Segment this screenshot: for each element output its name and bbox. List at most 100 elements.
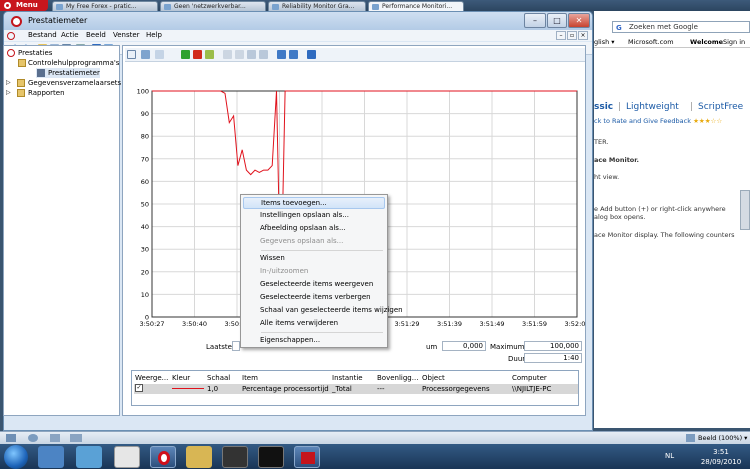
page-text-line: alog box opens. <box>594 213 646 221</box>
turbo-icon[interactable] <box>50 434 60 442</box>
browser-tab-3[interactable]: Reliability Monitor Gra... <box>268 1 366 11</box>
menu-item-add-counters[interactable]: Items toevoegen... <box>243 197 385 209</box>
show-checkbox[interactable]: ✓ <box>135 384 143 392</box>
delete-counter-icon[interactable] <box>193 50 202 59</box>
menu-item-hide-selected[interactable]: Geselecteerde items verbergen <box>243 291 385 303</box>
opera-taskbar-icon[interactable] <box>150 446 176 468</box>
folder-taskbar-icon[interactable] <box>186 446 212 468</box>
view-current-activity-icon[interactable] <box>127 50 136 59</box>
column-header[interactable]: Bovenligg... <box>377 374 418 382</box>
console-taskbar-icon[interactable] <box>258 446 284 468</box>
close-button[interactable]: ✕ <box>568 13 590 28</box>
welcome-label: Welcome <box>690 38 724 46</box>
y-tick-label: 10 <box>141 291 149 299</box>
column-header[interactable]: Kleur <box>172 374 190 382</box>
browser-tab-1[interactable]: My Free Forex - pratic... <box>52 1 158 11</box>
lightweight-link[interactable]: Lightweight <box>626 100 679 115</box>
perfmon-taskbar-icon[interactable] <box>294 446 320 468</box>
object-cell: Processorgegevens <box>422 385 490 393</box>
tree-node-monitoring-tools[interactable]: Controlehulpprogramma's <box>16 58 119 68</box>
menu-item-remove-all[interactable]: Alle items verwijderen <box>243 317 385 329</box>
duration-value: 1:40 <box>524 353 582 363</box>
zoom-level[interactable]: Beeld (100%) ▾ <box>698 433 747 443</box>
help-icon[interactable] <box>307 50 316 59</box>
mdi-close-button[interactable]: × <box>578 31 588 40</box>
language-select[interactable]: glish ▾ <box>594 36 615 48</box>
page-text-line: TER. <box>594 138 609 146</box>
paste-counter-list-icon[interactable] <box>235 50 244 59</box>
search-input[interactable]: G Zoeken met Google <box>612 21 750 33</box>
page-scrollbar[interactable] <box>740 190 750 230</box>
media-player-taskbar-icon[interactable] <box>222 446 248 468</box>
mdi-maximize-button[interactable]: ▫ <box>567 31 577 40</box>
column-header[interactable]: Item <box>242 374 258 382</box>
tree-node-data-collector-sets[interactable]: ▷ Gegevensverzamelaarsets <box>6 78 121 88</box>
microsoft-link[interactable]: Microsoft.com <box>628 36 674 48</box>
table-row[interactable]: ✓ 1,0 Percentage processortijd _Total --… <box>134 384 578 394</box>
page-text-line: ace Monitor display. The following count… <box>594 231 735 239</box>
x-tick-label: 3:50:27 <box>139 320 164 327</box>
column-header[interactable]: Schaal <box>207 374 230 382</box>
folder-icon <box>17 79 25 87</box>
rate-feedback-link[interactable]: ck to Rate and Give Feedback ★★★☆☆ <box>594 117 722 125</box>
perfmon-app-icon <box>11 16 22 27</box>
images-icon[interactable] <box>70 434 82 442</box>
update-data-icon[interactable] <box>289 50 298 59</box>
menu-item-save-image[interactable]: Afbeelding opslaan als... <box>243 222 385 234</box>
menu-actie[interactable]: Actie <box>61 30 79 41</box>
column-header[interactable]: Computer <box>512 374 547 382</box>
tree-node-prestaties[interactable]: Prestaties <box>7 48 52 58</box>
explorer-taskbar-icon[interactable] <box>38 446 64 468</box>
graph-context-menu: Items toevoegen... Instellingen opslaan … <box>240 194 403 348</box>
highlight-icon[interactable] <box>205 50 214 59</box>
add-counter-icon[interactable] <box>181 50 190 59</box>
menu-item-show-selected[interactable]: Geselecteerde items weergeven <box>243 278 385 290</box>
mdi-minimize-button[interactable]: – <box>556 31 566 40</box>
view-log-data-icon[interactable] <box>141 50 150 59</box>
browser-tab-2[interactable]: Geen 'netzwerkverbar... <box>160 1 266 11</box>
sign-in-link[interactable]: Sign in <box>723 36 745 48</box>
system-clock[interactable]: 3:51 28/09/2010 <box>694 447 748 467</box>
x-tick-label: 3:51:49 <box>479 320 504 327</box>
menu-item-scale-selected[interactable]: Schaal van geselecteerde items wijzigen <box>243 304 403 316</box>
zoom-icon[interactable] <box>259 50 268 59</box>
maximum-label: Maximum <box>490 343 525 351</box>
scriptfree-link[interactable]: ScriptFree <box>698 100 743 115</box>
calendar-taskbar-icon[interactable] <box>114 446 140 468</box>
change-graph-type-icon[interactable] <box>155 50 164 59</box>
y-tick-label: 20 <box>141 268 149 276</box>
menu-item-clear[interactable]: Wissen <box>243 252 385 264</box>
language-indicator[interactable]: NL <box>665 452 674 460</box>
maximize-button[interactable]: □ <box>547 13 567 28</box>
messenger-taskbar-icon[interactable] <box>76 446 102 468</box>
classic-link[interactable]: ssic <box>594 100 613 115</box>
column-header[interactable]: Instantie <box>332 374 363 382</box>
column-header[interactable]: Object <box>422 374 445 382</box>
app-small-icon <box>7 32 15 40</box>
minimize-button[interactable]: – <box>524 13 546 28</box>
sync-icon[interactable] <box>28 434 38 442</box>
menu-item-save-settings[interactable]: Instellingen opslaan als... <box>243 209 385 221</box>
properties-icon[interactable] <box>247 50 256 59</box>
tree-node-reports[interactable]: ▷ Rapporten <box>6 88 65 98</box>
expand-arrow-icon[interactable]: ▷ <box>6 88 11 98</box>
title-bar[interactable] <box>4 12 592 30</box>
opera-menu-button[interactable]: Menu <box>0 0 48 11</box>
opera-logo-icon <box>4 2 11 9</box>
menu-item-properties[interactable]: Eigenschappen... <box>243 334 385 346</box>
tab-favicon-icon <box>272 4 279 10</box>
menu-venster[interactable]: Venster <box>113 30 140 41</box>
copy-properties-icon[interactable] <box>223 50 232 59</box>
menu-bestand[interactable]: Bestand <box>28 30 57 41</box>
menu-beeld[interactable]: Beeld <box>86 30 106 41</box>
freeze-display-icon[interactable] <box>277 50 286 59</box>
page-text-line: ace Monitor. <box>594 156 640 164</box>
start-button[interactable] <box>4 445 28 469</box>
expand-arrow-icon[interactable]: ▷ <box>6 78 11 88</box>
tree-node-performance-monitor[interactable]: Prestatiemeter <box>36 68 100 78</box>
counter-legend-table: Weerge... Kleur Schaal Item Instantie Bo… <box>131 370 579 406</box>
panel-toggle-icon[interactable] <box>6 434 16 442</box>
browser-tab-4[interactable]: Performance Monitori... <box>368 1 464 11</box>
menu-help[interactable]: Help <box>146 30 162 41</box>
column-header[interactable]: Weerge... <box>135 374 168 382</box>
